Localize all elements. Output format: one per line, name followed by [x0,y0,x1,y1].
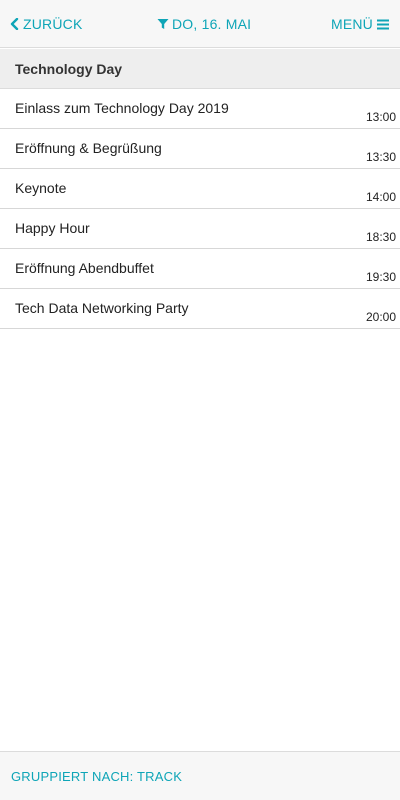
event-time: 18:30 [365,230,396,244]
event-time: 13:00 [365,110,396,124]
event-title: Keynote [15,180,67,196]
back-button[interactable]: ZURÜCK [10,0,83,48]
list-item[interactable]: Keynote 14:00 [0,169,400,209]
group-by-label: GRUPPIERT NACH: TRACK [11,768,183,784]
event-title: Eröffnung Abendbuffet [15,260,154,276]
event-time: 14:00 [365,190,396,204]
group-by-button[interactable]: GRUPPIERT NACH: TRACK [0,751,400,800]
menu-button[interactable]: MENÜ [331,0,389,48]
top-navigation-bar: ZURÜCK DO, 16. MAI MENÜ [0,0,400,48]
filter-icon [157,18,169,30]
event-title: Happy Hour [15,220,90,236]
event-time: 19:30 [365,270,396,284]
event-title: Eröffnung & Begrüßung [15,140,162,156]
event-time: 13:30 [365,150,396,164]
list-item[interactable]: Einlass zum Technology Day 2019 13:00 [0,89,400,129]
event-title: Tech Data Networking Party [15,300,189,316]
back-button-label: ZURÜCK [23,16,83,32]
list-item[interactable]: Eröffnung & Begrüßung 13:30 [0,129,400,169]
list-item[interactable]: Tech Data Networking Party 20:00 [0,289,400,329]
hamburger-menu-icon [377,19,389,30]
event-time: 20:00 [365,310,396,324]
list-item[interactable]: Eröffnung Abendbuffet 19:30 [0,249,400,289]
chevron-left-icon [10,18,19,30]
menu-button-label: MENÜ [330,16,373,32]
date-filter-button[interactable]: DO, 16. MAI [157,0,251,48]
event-title: Einlass zum Technology Day 2019 [15,100,229,116]
section-header: Technology Day [0,49,400,89]
app-screen: ZURÜCK DO, 16. MAI MENÜ Technology Day E… [0,0,400,800]
event-list: Einlass zum Technology Day 2019 13:00 Er… [0,89,400,329]
list-item[interactable]: Happy Hour 18:30 [0,209,400,249]
date-filter-label: DO, 16. MAI [172,16,252,32]
